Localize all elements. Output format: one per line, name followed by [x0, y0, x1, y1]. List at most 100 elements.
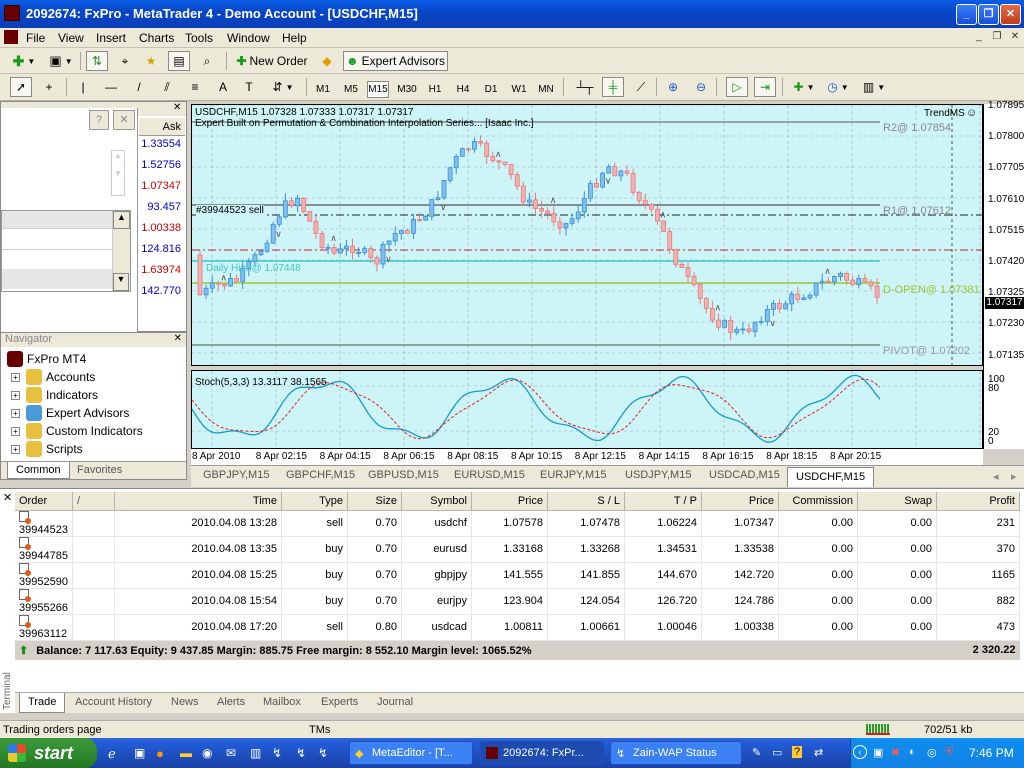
ask-value[interactable]: 1.52756 [141, 159, 181, 171]
nav-root[interactable]: FxPro MT4 [7, 350, 86, 368]
arrows-tool[interactable]: ⇵ ▼ [266, 77, 300, 97]
period-d1[interactable]: D1 [480, 81, 502, 98]
order-row[interactable]: 39944523 2010.04.08 13:28 sell 0.70 usdchf 1.… [15, 510, 1021, 537]
col-commission[interactable]: Commission [778, 492, 858, 511]
title-bar[interactable]: 2092674: FxPro - MetaTrader 4 - Demo Acc… [0, 0, 1024, 28]
autoscroll-button[interactable]: ▷ [726, 77, 748, 97]
mdi-close-button[interactable]: ✕ [1008, 30, 1022, 44]
menu-tools[interactable]: Tools [185, 31, 213, 45]
tab-gbpusd[interactable]: GBPUSD,M15 [368, 469, 439, 481]
order-label[interactable]: #39944523 sell [196, 205, 264, 216]
speaker-tray-icon[interactable]: ◐ [909, 746, 916, 758]
bar-chart-button[interactable]: ┴┬ [574, 77, 596, 97]
tab-eurjpy[interactable]: EURJPY,M15 [540, 469, 606, 481]
menu-window[interactable]: Window [227, 31, 270, 45]
mdi-minimize-button[interactable]: _ [972, 30, 986, 44]
order-row[interactable]: 39963112 2010.04.08 17:20 sell 0.80 usdcad 1.… [15, 614, 1021, 641]
periods-button[interactable]: ◷ ▼ [822, 77, 854, 97]
menu-insert[interactable]: Insert [96, 31, 126, 45]
update-tray-icon[interactable]: ◎ [927, 746, 937, 759]
col-time[interactable]: Time [114, 492, 282, 511]
tab-favorites[interactable]: Favorites [77, 464, 122, 476]
tab-account-history[interactable]: Account History [75, 696, 152, 708]
mdi-restore-button[interactable]: ❐ [990, 30, 1004, 44]
strategy-tester-button[interactable]: ⌕ [196, 51, 218, 71]
metaeditor-button[interactable]: ◆ [316, 51, 338, 71]
trendline-tool[interactable]: / [128, 77, 150, 97]
messenger-icon[interactable]: ✉ [226, 746, 236, 760]
fibonacci-tool[interactable]: ≡ [184, 77, 206, 97]
menu-help[interactable]: Help [282, 31, 307, 45]
ask-value[interactable]: 93.457 [147, 201, 181, 213]
folder-icon[interactable]: ▬ [180, 746, 192, 760]
ask-header[interactable]: Ask [139, 118, 185, 136]
ask-value[interactable]: 142.770 [141, 285, 181, 297]
col-sort[interactable]: / [72, 492, 115, 511]
tab-gbpjpy[interactable]: GBPJPY,M15 [203, 469, 269, 481]
antivirus-tray-icon[interactable]: ⛨ [945, 746, 953, 759]
text-tool[interactable]: A [212, 77, 234, 97]
chart-doc-icon[interactable] [4, 30, 18, 44]
tab-usdjpy[interactable]: USDJPY,M15 [625, 469, 691, 481]
tab-mailbox[interactable]: Mailbox [263, 696, 301, 708]
tabs-left-arrow-icon[interactable]: ◂ [993, 470, 999, 483]
terminal-close-icon[interactable]: ✕ [3, 491, 12, 504]
period-m30[interactable]: M30 [396, 81, 418, 98]
period-h1[interactable]: H1 [424, 81, 446, 98]
zoom-out-button[interactable]: ⊖ [690, 77, 712, 97]
navigator-button[interactable]: ★ [140, 51, 162, 71]
col-order[interactable]: Order [15, 492, 73, 511]
col-type[interactable]: Type [281, 492, 348, 511]
app-icon[interactable] [4, 5, 20, 21]
tab-eurusd[interactable]: EURUSD,M15 [454, 469, 525, 481]
price-chart[interactable]: ∧ ∨ ∧ ∨ ∨ ∧ ∧ ∨ ∧ ∧ ∨ ∧ USDCHF,M15 1.07328 1.07333 … [191, 104, 983, 366]
close-icon[interactable]: ✕ [173, 102, 181, 113]
col-sl[interactable]: S / L [547, 492, 625, 511]
nav-custom-indicators[interactable]: + Custom Indicators [11, 422, 143, 440]
terminal-toggle[interactable]: ▤ [168, 51, 190, 71]
col-size[interactable]: Size [347, 492, 402, 511]
network-tray-icon[interactable]: ▣ [873, 746, 883, 759]
tab-experts[interactable]: Experts [321, 696, 358, 708]
indicators-button[interactable]: ✚ ▼ [788, 77, 820, 97]
app-quicklaunch-icon-3[interactable]: ↯ [318, 746, 328, 760]
expert-advisors-button[interactable]: ☻ Expert Advisors [343, 51, 448, 71]
tab-gbpchf[interactable]: GBPCHF,M15 [286, 469, 355, 481]
close-icon[interactable]: ✕ [174, 333, 182, 344]
tab-common[interactable]: Common [7, 462, 70, 479]
list-box[interactable]: ▲ ▼ [1, 210, 131, 292]
scroll-up-icon[interactable]: ▲ [113, 211, 130, 229]
menu-file[interactable]: File [26, 31, 45, 45]
data-window-button[interactable]: ⌖ [114, 51, 136, 71]
close-button[interactable]: ✕ [1000, 4, 1021, 25]
help-icon[interactable]: ? [89, 110, 109, 130]
clock[interactable]: 7:46 PM [969, 746, 1014, 760]
monitor-icon[interactable]: ▭ [772, 746, 782, 759]
security-tray-icon[interactable]: ✖ [891, 746, 900, 759]
order-row[interactable]: 39952590 2010.04.08 15:25 buy 0.70 gbpjpy 141… [15, 562, 1021, 589]
app-quicklaunch-icon[interactable]: ↯ [272, 746, 282, 760]
col-price[interactable]: Price [471, 492, 548, 511]
tab-trade[interactable]: Trade [19, 693, 66, 713]
list-scrollbar[interactable]: ▲ ▼ [112, 211, 130, 291]
stochastic-window[interactable]: Stoch(5,3,3) 13.3117 38.1565 [191, 370, 983, 449]
tabs-right-arrow-icon[interactable]: ▸ [1011, 470, 1017, 483]
ask-value[interactable]: 1.07347 [141, 180, 181, 192]
expand-icon[interactable]: + [11, 426, 20, 436]
maximize-button[interactable]: ❐ [978, 4, 999, 25]
taskbar-metaeditor[interactable]: ◆ MetaEditor - [T... [349, 741, 473, 765]
market-watch-toggle[interactable]: ⇅ [86, 51, 108, 71]
crosshair-tool[interactable]: + [38, 77, 60, 97]
expand-icon[interactable]: + [11, 408, 20, 418]
price-axis[interactable]: 1.07895 1.07800 1.07705 1.07610 1.07515 1.074… [983, 100, 1024, 449]
period-h4[interactable]: H4 [452, 81, 474, 98]
profiles-button[interactable]: ▣ ▼ [46, 51, 76, 71]
chart-shift-button[interactable]: ⇥ [754, 77, 776, 97]
ask-value[interactable]: 1.63974 [141, 264, 181, 276]
candlestick-button[interactable]: ╪ [602, 77, 624, 97]
col-current-price[interactable]: Price [701, 492, 779, 511]
expand-icon[interactable]: + [11, 390, 20, 400]
period-mn[interactable]: MN [535, 81, 557, 98]
minimize-button[interactable]: _ [956, 4, 977, 25]
period-w1[interactable]: W1 [508, 81, 530, 98]
